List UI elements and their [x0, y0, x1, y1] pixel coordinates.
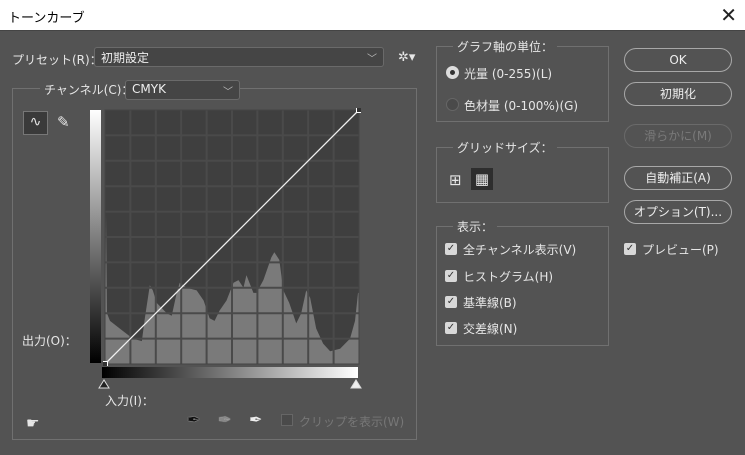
- target-adjust-hand-icon[interactable]: ☛: [26, 414, 39, 432]
- pencil-icon[interactable]: ✎: [57, 113, 70, 131]
- channel-label: チャンネル(C)：: [40, 81, 138, 98]
- title-bar: トーンカーブ ✕: [0, 0, 745, 31]
- input-label: 入力(I)：: [105, 394, 154, 408]
- close-icon[interactable]: ✕: [720, 3, 737, 27]
- chevron-down-icon: ﹀: [367, 54, 377, 65]
- show-all-channels-checkbox[interactable]: ✓: [445, 243, 457, 255]
- dialog-title: トーンカーブ: [8, 11, 85, 26]
- white-point-slider[interactable]: [350, 378, 362, 390]
- preset-label: プリセット(R)：: [12, 53, 102, 67]
- gear-icon[interactable]: ✲▾: [398, 50, 415, 65]
- channel-select[interactable]: CMYK ﹀: [125, 80, 240, 100]
- intersection-line-checkbox[interactable]: ✓: [445, 322, 457, 334]
- preset-value: 初期設定: [101, 51, 150, 65]
- grid-size-title: グリッドサイズ：: [453, 139, 557, 156]
- radio-pigment-label: 色材量 (0-100%)(G): [464, 99, 579, 113]
- histogram-label: ヒストグラム(H): [463, 270, 554, 284]
- radio-light-label: 光量 (0-255)(L): [464, 67, 553, 81]
- curve-control-point[interactable]: [103, 361, 108, 367]
- ok-button[interactable]: OK: [624, 48, 732, 72]
- intersection-line-label: 交差線(N): [463, 322, 518, 336]
- auto-button[interactable]: 自動補正(A): [624, 166, 732, 190]
- curve-tool-icon[interactable]: ∿: [23, 111, 48, 135]
- axis-units-title: グラフ軸の単位：: [453, 38, 558, 55]
- curve-graph[interactable]: [103, 108, 361, 366]
- output-label: 出力(O)：: [22, 334, 77, 348]
- preview-checkbox[interactable]: ✓: [624, 243, 636, 255]
- clip-label: クリップを表示(W): [299, 415, 405, 429]
- grid-size-group: グリッドサイズ：: [436, 139, 609, 203]
- clip-checkbox[interactable]: [281, 414, 293, 426]
- output-gradient-bar: [90, 110, 101, 363]
- smooth-button[interactable]: 滑らかに(M): [624, 124, 732, 148]
- chevron-down-icon: ﹀: [223, 87, 233, 98]
- baseline-checkbox[interactable]: ✓: [445, 296, 457, 308]
- black-point-slider[interactable]: [98, 378, 110, 390]
- detailed-grid-icon[interactable]: ▦: [471, 168, 493, 190]
- gray-eyedropper-icon[interactable]: ✒: [218, 410, 231, 429]
- options-button[interactable]: オプション(T)...: [624, 200, 732, 224]
- reset-button[interactable]: 初期化: [624, 82, 732, 106]
- white-eyedropper-icon[interactable]: ✒: [249, 410, 262, 429]
- histogram-checkbox[interactable]: ✓: [445, 270, 457, 282]
- preview-label: プレビュー(P): [642, 243, 719, 257]
- black-eyedropper-icon[interactable]: ✒: [187, 410, 200, 429]
- curve-control-point[interactable]: [356, 108, 362, 113]
- radio-light[interactable]: [446, 66, 459, 79]
- radio-pigment[interactable]: [446, 98, 459, 111]
- preset-select[interactable]: 初期設定 ﹀: [94, 47, 384, 67]
- baseline-label: 基準線(B): [463, 296, 517, 310]
- input-gradient-bar: [102, 367, 358, 378]
- show-all-channels-label: 全チャンネル表示(V): [463, 243, 577, 257]
- simple-grid-icon[interactable]: ⊞: [449, 171, 462, 189]
- display-title: 表示：: [453, 218, 498, 235]
- channel-value: CMYK: [132, 82, 166, 96]
